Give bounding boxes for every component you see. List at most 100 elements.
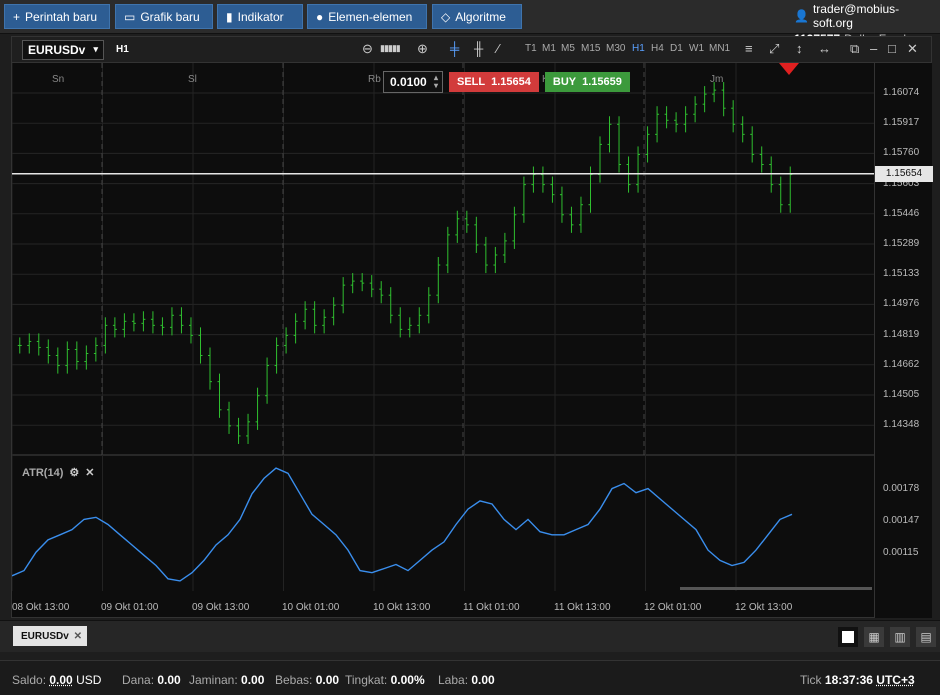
clock: Tick 18:37:36 UTC+3 [800,673,915,687]
tf-m5[interactable]: M5 [561,43,575,54]
lot-size-input[interactable]: 0.0100 ▴ ▾ [383,71,443,93]
algorithm-label: Algoritme [455,9,506,24]
horizontal-scale-icon[interactable]: ↔ [818,41,831,56]
brush-icon: ● [316,9,324,24]
bebas-field: Bebas: 0.00 [275,673,340,687]
scale-icon[interactable]: ⤢ [769,41,779,57]
maximize-icon[interactable]: □ [888,41,896,56]
tingkat-field: Tingkat: 0.00% [345,673,425,687]
layout-columns-button[interactable]: ▥ [890,627,910,647]
horizontal-scrollbar [680,587,872,590]
rows-icon: ▤ [920,630,932,644]
time-label: 10 Okt 01:00 [282,602,340,613]
plus-icon: + [13,9,21,24]
tf-h1[interactable]: H1 [632,43,645,54]
lot-value: 0.0100 [390,75,427,89]
tf-m1[interactable]: M1 [542,43,556,54]
trade-panel: 0.0100 ▴ ▾ SELL 1.15654 BUY 1.15659 [383,71,630,93]
account-status-bar: Saldo: 0.00 USD Dana: 0.00 Jaminan: 0.00… [0,660,940,695]
layout-rows-button[interactable]: ▤ [916,627,936,647]
timezone-select[interactable]: UTC+3 [876,673,914,687]
tf-d1[interactable]: D1 [670,43,683,54]
day-label: Sl [188,74,197,85]
atr-tick-label: 0.00115 [883,547,919,558]
tf-mn1[interactable]: MN1 [709,43,730,54]
chart-icon: ▭ [124,9,136,24]
price-tick-label: 1.16074 [883,87,920,98]
chart-window: EURUSDv ▾ H1 ⊖ ▮▮▮▮▮ ⊕ ╪ ╫ ∕ T1 M1 M5 M1… [11,36,933,618]
account-user: trader@mobius-soft.org [812,2,900,30]
buy-button[interactable]: BUY 1.15659 [544,72,630,92]
elements-button[interactable]: ● Elemen-elemen [307,4,427,29]
new-order-button[interactable]: + Perintah baru [4,4,110,29]
chart-header: EURUSDv ▾ H1 ⊖ ▮▮▮▮▮ ⊕ ╪ ╫ ∕ T1 M1 M5 M1… [12,37,931,63]
elements-label: Elemen-elemen [328,9,413,24]
laba-field: Laba: 0.00 [438,673,495,687]
diamond-icon: ◇ [441,9,451,24]
algorithm-button[interactable]: ◇ Algoritme [432,4,522,29]
price-tick-label: 1.14819 [883,328,920,340]
close-icon[interactable]: ✕ [74,631,82,642]
bar-chart-icon[interactable]: ╪ [450,41,459,56]
layout-single-button[interactable] [838,627,858,647]
columns-icon: ▥ [894,630,906,644]
atr-title: ATR(14) [22,466,64,479]
dana-field: Dana: 0.00 [122,673,181,687]
sell-button[interactable]: SELL 1.15654 [449,72,539,92]
atr-line [12,467,793,582]
zoom-level-icon: ▮▮▮▮▮ [380,43,401,53]
current-price-label: 1.15654 [875,165,933,182]
time-label: 12 Okt 13:00 [735,602,793,613]
minimize-icon[interactable]: – [870,41,877,56]
atr-tick-label: 0.00147 [883,515,920,526]
close-icon[interactable]: ✕ [907,41,918,57]
close-icon[interactable]: ✕ [85,466,94,479]
sell-label: SELL [457,76,486,88]
time-label: 10 Okt 13:00 [373,602,431,613]
tab-label: EURUSDv [21,630,69,642]
tf-m15[interactable]: M15 [581,43,600,54]
tf-w1[interactable]: W1 [689,43,704,54]
price-tick-label: 1.15133 [883,268,920,280]
time-label: 08 Okt 13:00 [12,602,70,613]
grid-icon: ▦ [868,630,880,644]
settings-lines-icon[interactable]: ≡ [745,41,753,56]
jaminan-field: Jaminan: 0.00 [189,673,265,687]
price-tick-label: 1.15289 [883,238,920,249]
candlestick-icon[interactable]: ╫ [474,41,483,56]
stepper-icon[interactable]: ▴ ▾ [434,74,438,90]
new-chart-label: Grafik baru [140,9,200,24]
chart-plot[interactable] [12,63,874,618]
zoom-in-icon[interactable]: ⊕ [417,41,428,57]
time-label: 11 Okt 01:00 [463,602,520,613]
indicator-label: Indikator [237,9,284,24]
chart-tabs-bar: EURUSDv ✕ ▦ ▥ ▤ [0,620,940,652]
saldo-field: Saldo: 0.00 USD [12,673,102,687]
price-axis[interactable]: 1.16074 1.15917 1.15760 1.15603 1.15446 1.152… [874,63,933,618]
sell-price: 1.15654 [491,76,531,88]
price-tick-label: 1.15446 [883,207,920,219]
sell-marker-icon [779,63,799,75]
detach-icon[interactable]: ⧉ [850,41,859,57]
tf-m30[interactable]: M30 [606,43,625,54]
time-label: 12 Okt 01:00 [644,602,702,613]
main-toolbar: + Perintah baru ▭ Grafik baru ▮ Indikato… [0,0,940,46]
line-chart-icon[interactable]: ∕ [497,41,499,56]
user-icon: 👤 [794,9,809,23]
new-chart-button[interactable]: ▭ Grafik baru [115,4,213,29]
layout-grid-button[interactable]: ▦ [864,627,884,647]
vertical-scale-icon[interactable]: ↕ [796,41,803,56]
price-tick-label: 1.14505 [883,389,920,400]
buy-label: BUY [552,76,577,88]
bars-icon: ▮ [226,9,233,24]
new-order-label: Perintah baru [25,9,98,24]
price-tick-label: 1.14662 [883,358,920,370]
symbol-select[interactable]: EURUSDv ▾ [22,39,104,60]
square-icon [842,631,854,643]
tf-h4[interactable]: H4 [651,43,664,54]
indicator-button[interactable]: ▮ Indikator [217,4,303,29]
zoom-out-icon[interactable]: ⊖ [362,41,373,57]
tf-t1[interactable]: T1 [525,43,537,54]
gear-icon[interactable]: ⚙ [69,466,79,479]
tab-eurusdv[interactable]: EURUSDv ✕ [13,626,87,646]
